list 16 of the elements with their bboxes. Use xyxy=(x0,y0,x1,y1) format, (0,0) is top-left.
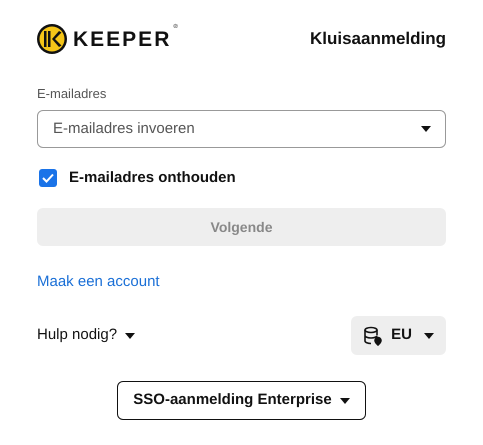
create-account-link[interactable]: Maak een account xyxy=(37,273,160,290)
caret-icon xyxy=(340,398,350,404)
database-location-icon xyxy=(363,326,384,346)
remember-checkbox[interactable] xyxy=(39,168,57,187)
sso-login-button[interactable]: SSO-aanmelding Enterprise xyxy=(117,381,366,420)
email-field[interactable]: E-mailadres invoeren xyxy=(37,110,446,148)
brand-name: KEEPER xyxy=(73,28,172,50)
region-button[interactable]: EU xyxy=(351,316,446,355)
caret-icon xyxy=(125,332,136,338)
remember-label: E-mailadres onthouden xyxy=(69,168,236,188)
logo-icon xyxy=(37,24,67,54)
help-menu-button[interactable]: Hulp nodig? xyxy=(37,324,136,347)
caret-icon xyxy=(424,332,434,338)
page-title: Kluisaanmelding xyxy=(310,28,446,50)
email-label: E-mailadres xyxy=(37,85,108,103)
caret-icon xyxy=(421,126,431,132)
